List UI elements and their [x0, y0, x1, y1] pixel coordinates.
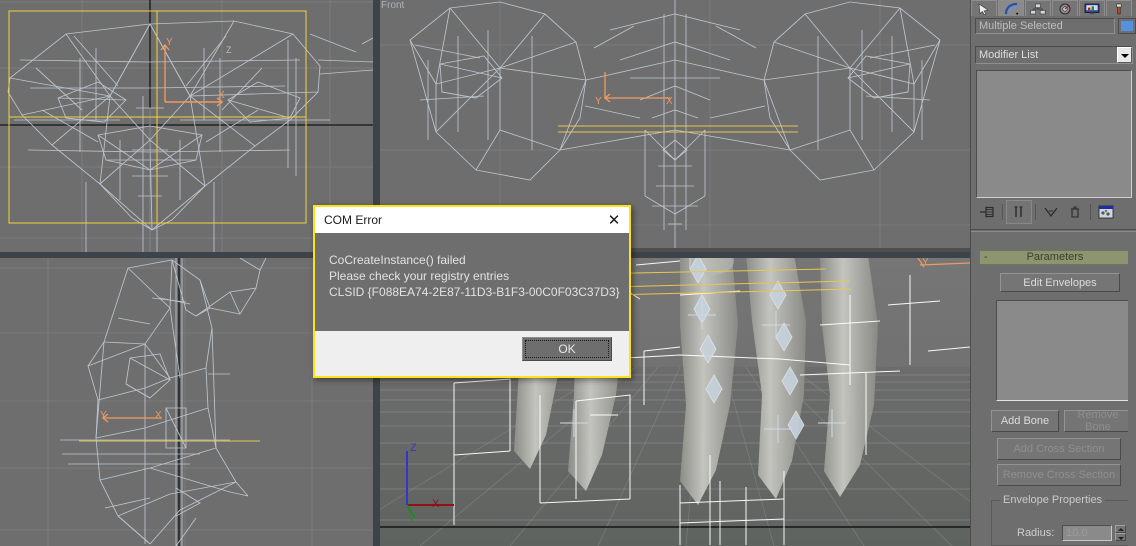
svg-text:Y: Y — [922, 257, 929, 268]
parameters-rollout-header[interactable]: - Parameters — [979, 250, 1131, 265]
create-arrow-icon — [978, 2, 989, 15]
radius-spinner-up[interactable] — [1115, 525, 1126, 533]
remove-modifier-button[interactable] — [1063, 201, 1087, 223]
edit-envelopes-button[interactable]: Edit Envelopes — [1000, 273, 1120, 292]
make-unique-button[interactable] — [1039, 201, 1063, 223]
command-panel: Multiple Selected Modifier List - Parame… — [970, 0, 1136, 546]
add-bone-label: Add Bone — [1000, 415, 1050, 427]
svg-text:X: X — [155, 410, 162, 421]
configure-sets-icon — [1098, 205, 1114, 219]
svg-text:Z: Z — [410, 442, 417, 454]
svg-text:Y: Y — [408, 514, 416, 526]
create-tab[interactable] — [971, 0, 997, 16]
modifier-stack-toolbar — [975, 200, 1133, 224]
remove-bone-button[interactable]: Remove Bone — [1064, 409, 1132, 433]
motion-wheel-icon — [1059, 3, 1071, 14]
parameters-title: Parameters — [1026, 251, 1084, 263]
utilities-hammer-icon — [1116, 3, 1122, 14]
ok-button[interactable]: OK — [522, 337, 612, 361]
modify-tab[interactable] — [998, 0, 1024, 16]
application-window: Y X Z Y X Front Y X Y Z X Y Multiple Sel… — [0, 0, 1136, 546]
object-name-row: Multiple Selected — [975, 18, 1136, 34]
edit-envelopes-label: Edit Envelopes — [1023, 276, 1097, 289]
hierarchy-icon — [1030, 3, 1046, 14]
modifier-list-dropdown[interactable]: Modifier List — [975, 46, 1133, 64]
svg-text:Y: Y — [100, 410, 107, 421]
close-icon[interactable]: ✕ — [601, 208, 627, 232]
modifier-stack-list[interactable] — [976, 70, 1132, 198]
configure-sets-button[interactable] — [1094, 201, 1118, 223]
svg-text:X: X — [218, 90, 225, 101]
modify-bend-icon — [1004, 2, 1018, 15]
add-cross-section-button[interactable]: Add Cross Section — [997, 438, 1121, 460]
show-end-result-button[interactable] — [1006, 200, 1032, 224]
chevron-down-icon[interactable] — [1117, 47, 1132, 63]
radius-spinner-down[interactable] — [1115, 533, 1126, 541]
dialog-message-line-3: CLSID {F088EA74-2E87-11D3-B1F3-00C0F03C3… — [329, 285, 620, 299]
pin-stack-icon — [980, 206, 994, 218]
add-cross-section-label: Add Cross Section — [1013, 443, 1105, 455]
dialog-footer: OK — [315, 331, 629, 376]
bones-listbox[interactable] — [996, 300, 1135, 401]
dialog-body: CoCreateInstance() failed Please check y… — [315, 233, 629, 331]
hierarchy-tab[interactable] — [1025, 0, 1051, 16]
object-name-field[interactable]: Multiple Selected — [975, 18, 1115, 34]
motion-tab[interactable] — [1052, 0, 1078, 16]
envelope-properties-title: Envelope Properties — [1000, 494, 1106, 506]
command-panel-tabs — [971, 0, 1136, 16]
display-monitor-icon — [1084, 3, 1100, 14]
panel-divider — [971, 229, 1136, 230]
dialog-message-line-1: CoCreateInstance() failed — [329, 253, 466, 267]
show-end-result-icon — [1014, 206, 1023, 217]
svg-text:Z: Z — [226, 45, 232, 55]
dialog-message-line-2: Please check your registry entries — [329, 269, 510, 283]
svg-text:Y: Y — [166, 37, 173, 48]
collapse-icon[interactable]: - — [984, 251, 988, 264]
svg-text:X: X — [432, 498, 440, 510]
com-error-dialog: COM Error ✕ CoCreateInstance() failed Pl… — [313, 205, 631, 378]
trash-icon — [1071, 206, 1079, 218]
radius-label: Radius: — [1017, 527, 1055, 539]
add-bone-button[interactable]: Add Bone — [991, 410, 1059, 432]
svg-text:X: X — [666, 96, 673, 107]
remove-cross-section-label: Remove Cross Section — [1002, 469, 1116, 481]
panel-divider-highlight — [971, 231, 1136, 232]
parameters-rollout: - Parameters Edit Envelopes Add Bone Rem… — [979, 250, 1135, 546]
dialog-title-bar[interactable]: COM Error ✕ — [315, 207, 629, 233]
remove-bone-label: Remove Bone — [1077, 409, 1119, 433]
dialog-title: COM Error — [324, 213, 382, 227]
modifier-list-label: Modifier List — [979, 49, 1039, 61]
display-tab[interactable] — [1079, 0, 1105, 16]
svg-text:Y: Y — [595, 96, 602, 107]
radius-spinner[interactable] — [1115, 525, 1126, 541]
object-color-swatch[interactable] — [1118, 18, 1136, 34]
remove-cross-section-button[interactable]: Remove Cross Section — [997, 464, 1121, 486]
command-panel-scrollbar[interactable] — [1128, 234, 1136, 546]
pin-stack-button[interactable] — [975, 201, 999, 223]
radius-field[interactable]: 10.0 — [1062, 525, 1112, 541]
make-unique-icon — [1044, 207, 1058, 217]
utilities-tab[interactable] — [1106, 0, 1132, 16]
top-right-viewport-label: Front — [381, 0, 405, 11]
